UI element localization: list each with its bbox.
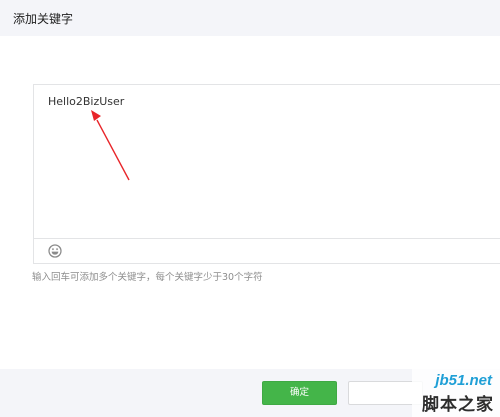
keyword-input-text[interactable]: Hello2BizUser (48, 95, 124, 108)
emoji-smiley-icon[interactable] (48, 244, 62, 258)
watermark-url: jb51.net (435, 372, 492, 389)
confirm-button[interactable]: 确定 (262, 381, 337, 405)
keyword-editor[interactable]: Hello2BizUser (33, 84, 500, 264)
keyword-hint: 输入回车可添加多个关键字，每个关键字少于30个字符 (32, 272, 263, 283)
site-watermark: jb51.net 脚本之家 (412, 368, 500, 417)
editor-toolbar (34, 238, 500, 264)
watermark-site-name: 脚本之家 (422, 395, 494, 415)
dialog-title: 添加关键字 (13, 12, 74, 26)
add-keyword-dialog: 添加关键字 Hello2BizUser 输入回车可添加多个关键字，每个关键字少于… (0, 0, 500, 417)
dialog-header: 添加关键字 (0, 0, 500, 36)
